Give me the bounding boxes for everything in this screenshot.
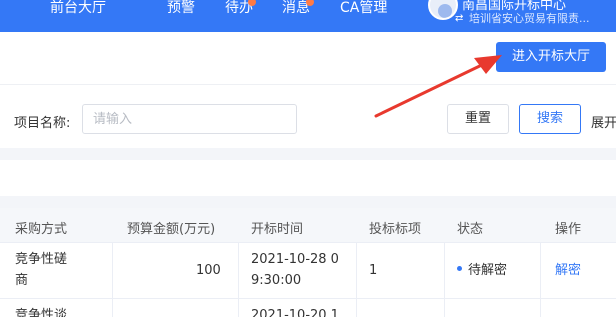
column-divider bbox=[444, 242, 445, 317]
todo-badge bbox=[248, 0, 256, 6]
cell-open-time-line2: 9:30:00 bbox=[251, 273, 302, 288]
divider bbox=[0, 84, 616, 85]
table-header bbox=[0, 208, 616, 242]
reset-button[interactable]: 重置 bbox=[447, 104, 509, 134]
nav-warning[interactable]: 预警 bbox=[167, 0, 195, 16]
cell-method-line1: 竞争性谈 bbox=[15, 308, 68, 317]
enter-bid-hall-button[interactable]: 进入开标大厅 bbox=[496, 42, 606, 72]
column-divider bbox=[540, 242, 541, 317]
user-company: 培训省安心贸易有限责... bbox=[469, 12, 590, 25]
section-gap bbox=[0, 196, 616, 208]
messages-badge bbox=[306, 0, 314, 6]
cell-open-time-line1: 2021-10-20 1 bbox=[251, 308, 339, 317]
avatar[interactable] bbox=[428, 0, 458, 20]
nav-ca-management[interactable]: CA管理 bbox=[340, 0, 387, 16]
col-header-status: 状态 bbox=[457, 222, 484, 237]
status-dot-icon bbox=[457, 266, 462, 271]
cell-method-line1: 竞争性磋 bbox=[15, 252, 68, 267]
switch-icon: ⇄ bbox=[455, 13, 464, 24]
top-nav-bar: 前台大厅 预警 待办 消息 CA管理 南昌国际开标中心 ⇄ 培训省安心贸易有限责… bbox=[0, 0, 616, 32]
col-header-lots: 投标标项 bbox=[369, 222, 422, 237]
nav-front-hall[interactable]: 前台大厅 bbox=[50, 0, 106, 16]
cell-status: 待解密 bbox=[457, 261, 507, 281]
section-gap bbox=[0, 148, 616, 160]
search-button[interactable]: 搜索 bbox=[519, 104, 581, 134]
cell-lots: 1 bbox=[369, 263, 378, 278]
col-header-method: 采购方式 bbox=[15, 222, 68, 237]
col-header-budget: 预算金额(万元) bbox=[127, 222, 216, 237]
decrypt-link[interactable]: 解密 bbox=[555, 261, 581, 281]
cell-budget: 100 bbox=[196, 263, 221, 278]
column-divider bbox=[356, 242, 357, 317]
project-name-input[interactable] bbox=[82, 104, 297, 134]
column-divider bbox=[238, 242, 239, 317]
cell-method-line2: 商 bbox=[15, 273, 29, 288]
row-divider bbox=[0, 242, 616, 243]
status-text: 待解密 bbox=[468, 263, 508, 278]
expand-link[interactable]: 展开 bbox=[591, 112, 616, 131]
cell-open-time-line1: 2021-10-28 0 bbox=[251, 252, 339, 267]
row-divider bbox=[0, 298, 616, 299]
col-header-open-time: 开标时间 bbox=[251, 222, 304, 237]
project-name-label: 项目名称: bbox=[14, 116, 71, 131]
col-header-action: 操作 bbox=[555, 222, 582, 237]
column-divider bbox=[112, 242, 113, 317]
